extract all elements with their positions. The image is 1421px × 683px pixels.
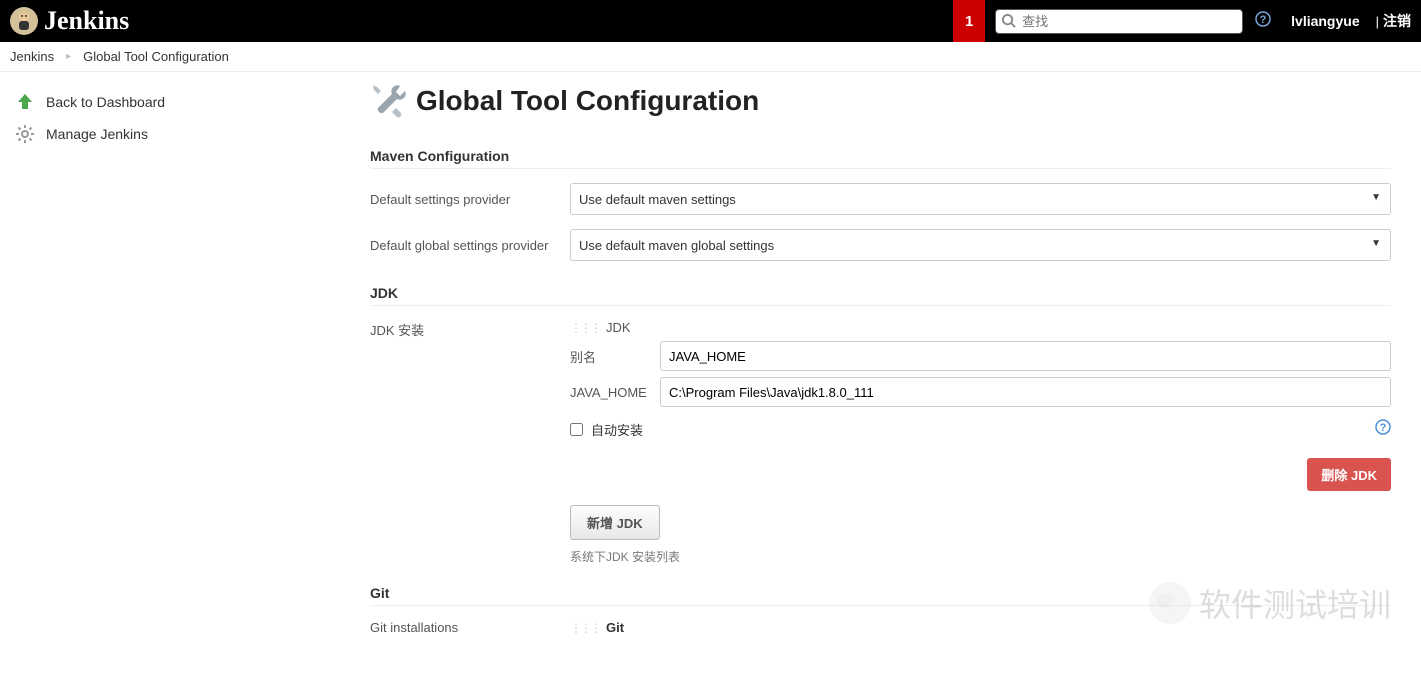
- java-home-label: JAVA_HOME: [570, 385, 652, 400]
- username-link[interactable]: lvliangyue: [1291, 13, 1359, 29]
- jdk-entry-header: ⋮⋮⋮ JDK: [570, 320, 1391, 335]
- header-divider: |: [1376, 14, 1379, 29]
- jdk-install-row: JDK 安装 ⋮⋮⋮ JDK 别名 JAVA_HOME 自动安装: [370, 320, 1391, 565]
- logout-link[interactable]: 注销: [1383, 11, 1411, 31]
- add-jdk-button[interactable]: 新增 JDK: [570, 505, 660, 540]
- top-header: Jenkins 1 ? lvliangyue | 注销: [0, 0, 1421, 42]
- breadcrumb-item-current[interactable]: Global Tool Configuration: [83, 49, 229, 64]
- jdk-list-helper: 系统下JDK 安装列表: [570, 548, 1391, 565]
- wechat-icon: [1149, 582, 1191, 624]
- watermark-text: 软件测试培训: [1199, 580, 1391, 626]
- page-title-row: Global Tool Configuration: [370, 82, 1391, 120]
- jenkins-logo-icon: [10, 7, 38, 35]
- jdk-alias-row: 别名: [570, 341, 1391, 371]
- sidebar: Back to Dashboard Manage Jenkins: [0, 72, 300, 683]
- jdk-home-row: JAVA_HOME: [570, 377, 1391, 407]
- section-jdk-heading: JDK: [370, 285, 1391, 306]
- breadcrumb: Jenkins ▸ Global Tool Configuration: [0, 42, 1421, 72]
- page-title: Global Tool Configuration: [416, 85, 759, 117]
- default-settings-select[interactable]: Use default maven settings: [570, 183, 1391, 215]
- form-label: Git installations: [370, 620, 550, 635]
- sidebar-item-back[interactable]: Back to Dashboard: [10, 86, 290, 118]
- sidebar-item-manage[interactable]: Manage Jenkins: [10, 118, 290, 150]
- chevron-right-icon: ▸: [66, 51, 71, 62]
- java-home-input[interactable]: [660, 377, 1391, 407]
- notification-badge[interactable]: 1: [953, 0, 985, 42]
- maven-default-settings-row: Default settings provider Use default ma…: [370, 183, 1391, 215]
- auto-install-row: 自动安装 ?: [570, 419, 1391, 440]
- search-input[interactable]: [995, 9, 1243, 34]
- form-label: JDK 安装: [370, 320, 550, 339]
- sidebar-item-label: Manage Jenkins: [46, 126, 148, 142]
- search-icon: [1001, 13, 1016, 31]
- breadcrumb-item-jenkins[interactable]: Jenkins: [10, 49, 54, 64]
- jdk-heading: JDK: [606, 320, 631, 335]
- gear-icon: [14, 123, 36, 145]
- jdk-alias-input[interactable]: [660, 341, 1391, 371]
- section-maven-heading: Maven Configuration: [370, 148, 1391, 169]
- alias-label: 别名: [570, 347, 652, 366]
- tools-icon: [370, 82, 408, 120]
- up-arrow-icon: [14, 91, 36, 113]
- svg-text:?: ?: [1260, 14, 1267, 26]
- auto-install-checkbox[interactable]: [570, 423, 583, 436]
- sidebar-item-label: Back to Dashboard: [46, 94, 165, 110]
- form-label: Default global settings provider: [370, 238, 550, 253]
- svg-text:?: ?: [1380, 422, 1387, 434]
- help-icon[interactable]: ?: [1375, 419, 1391, 440]
- watermark: 软件测试培训: [1149, 580, 1391, 626]
- form-label: Default settings provider: [370, 192, 550, 207]
- drag-handle-icon[interactable]: ⋮⋮⋮: [570, 321, 600, 335]
- global-settings-select[interactable]: Use default maven global settings: [570, 229, 1391, 261]
- drag-handle-icon[interactable]: ⋮⋮⋮: [570, 621, 600, 635]
- logo-text: Jenkins: [44, 6, 129, 36]
- git-heading: Git: [606, 620, 624, 635]
- maven-global-settings-row: Default global settings provider Use def…: [370, 229, 1391, 261]
- logo[interactable]: Jenkins: [10, 6, 129, 36]
- delete-jdk-button[interactable]: 删除 JDK: [1307, 458, 1391, 491]
- auto-install-label: 自动安装: [591, 420, 643, 439]
- search-container: [995, 9, 1243, 34]
- help-icon[interactable]: ?: [1255, 11, 1271, 32]
